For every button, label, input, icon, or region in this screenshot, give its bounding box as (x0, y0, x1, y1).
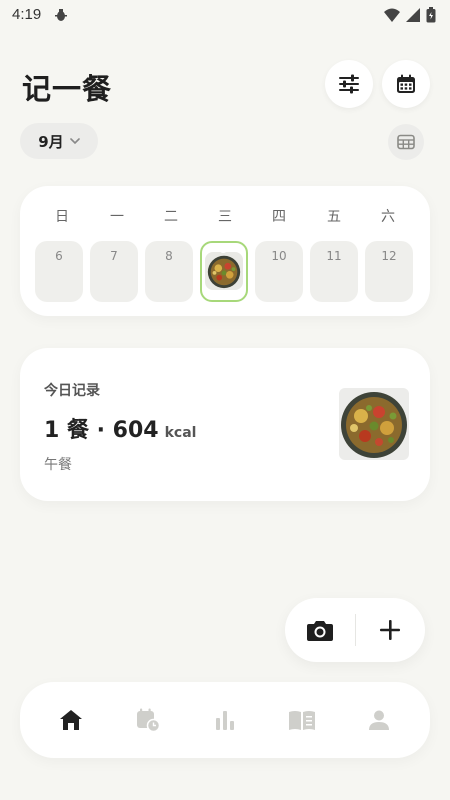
day-cell[interactable]: 8 (145, 241, 193, 302)
nav-recipes[interactable] (278, 696, 326, 744)
nav-profile[interactable] (355, 696, 403, 744)
quick-action-bar (285, 598, 425, 662)
camera-icon (306, 621, 333, 641)
status-bar: 4:19 (0, 0, 450, 32)
month-label: 9月 (38, 132, 64, 151)
bar-chart-icon (215, 711, 234, 730)
weekday-label: 六 (381, 209, 395, 225)
day-cell[interactable]: 6 (35, 241, 83, 302)
day-cell[interactable]: 11 (310, 241, 358, 302)
weekday-label: 二 (164, 209, 178, 225)
week-strip-card: 日 一 二 三 四 五 六 6 7 8 9 10 11 12 (20, 186, 430, 316)
person-icon (369, 710, 390, 730)
chevron-down-icon (69, 137, 80, 144)
day-cell[interactable]: 7 (90, 241, 138, 302)
signal-icon (406, 8, 420, 22)
month-selector[interactable]: 9月 (20, 123, 98, 159)
plus-icon (380, 620, 401, 640)
calendar-clock-icon (136, 708, 160, 732)
debug-icon (55, 9, 67, 21)
calorie-unit: kcal (164, 425, 197, 441)
nav-home[interactable] (47, 696, 95, 744)
meal-type: 午餐 (44, 457, 72, 473)
status-time: 4:19 (12, 6, 42, 23)
calendar-button[interactable] (382, 60, 430, 108)
battery-icon (426, 7, 436, 23)
meal-photo[interactable] (339, 388, 409, 460)
bottom-navigation (20, 682, 430, 758)
nav-schedule[interactable] (124, 696, 172, 744)
day-cell-selected[interactable]: 9 (200, 241, 248, 302)
day-number: 12 (381, 249, 397, 263)
camera-button[interactable] (285, 598, 355, 662)
day-number: 7 (110, 249, 118, 263)
calendar-icon (397, 74, 415, 93)
day-number: 8 (165, 249, 173, 263)
day-number: 6 (55, 249, 63, 263)
weekday-label: 五 (327, 209, 341, 225)
day-cell[interactable]: 12 (365, 241, 413, 302)
add-button[interactable] (356, 598, 426, 662)
calendar-grid-icon (397, 134, 415, 150)
sliders-icon (339, 74, 359, 94)
day-number: 10 (271, 249, 287, 263)
calendar-view-toggle[interactable] (388, 124, 424, 160)
weekday-label: 一 (110, 209, 124, 225)
wifi-icon (384, 8, 400, 22)
page-title: 记一餐 (22, 72, 113, 106)
today-meal-stats: 1 餐 · 604 kcal (44, 412, 196, 444)
meal-thumbnail (205, 252, 243, 290)
weekday-label: 四 (272, 209, 286, 225)
day-number: 11 (326, 249, 342, 263)
nav-stats[interactable] (201, 696, 249, 744)
weekday-label: 日 (55, 209, 69, 225)
day-cell[interactable]: 10 (255, 241, 303, 302)
filter-button[interactable] (325, 60, 373, 108)
weekday-label: 三 (218, 209, 232, 225)
today-summary-card[interactable]: 今日记录 1 餐 · 604 kcal 午餐 (20, 348, 430, 501)
meal-count-calories: 1 餐 · 604 (44, 418, 159, 443)
day-number: 9 (220, 243, 228, 256)
book-icon (289, 711, 316, 730)
today-label: 今日记录 (44, 383, 100, 399)
home-icon (59, 710, 82, 730)
status-indicators (384, 7, 436, 23)
